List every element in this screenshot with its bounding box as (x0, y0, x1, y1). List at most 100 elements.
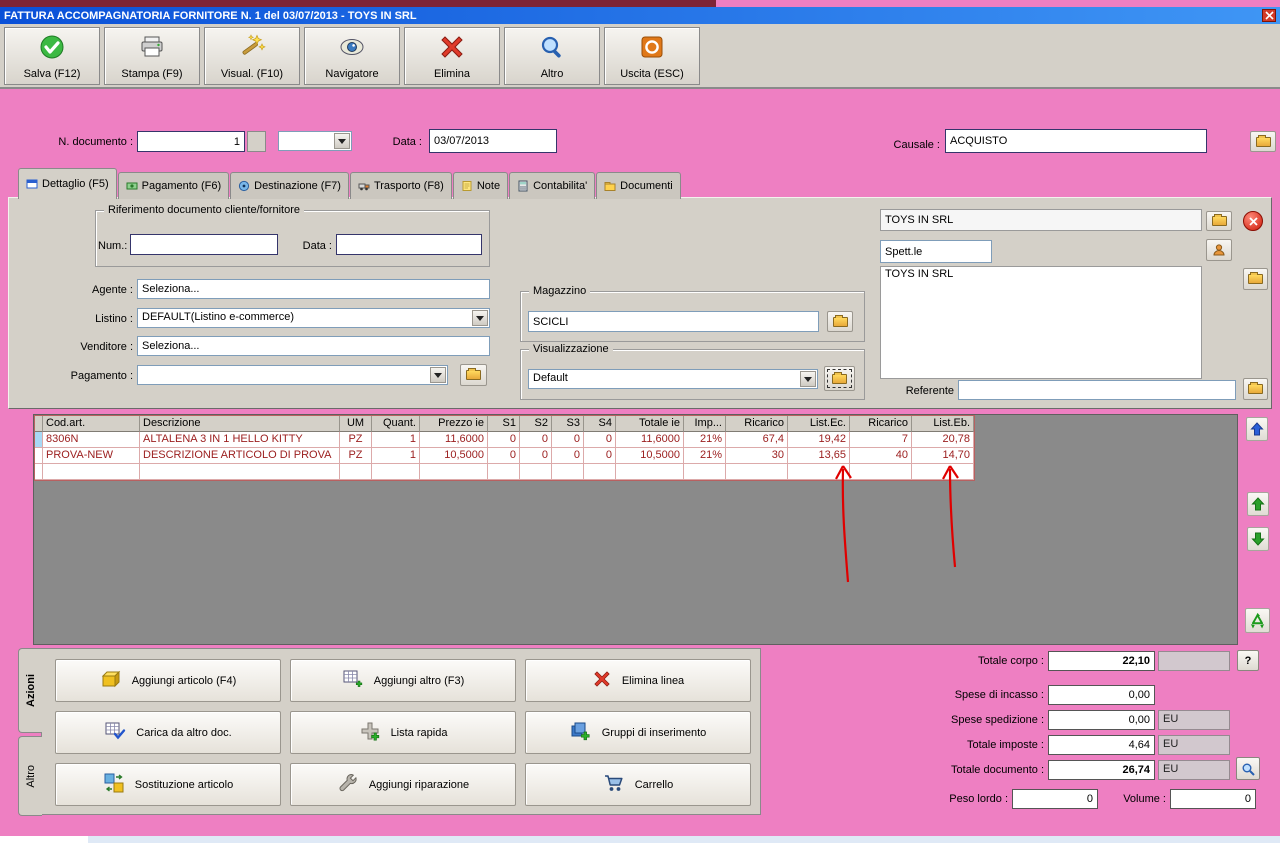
table-cell[interactable]: 67,4 (726, 432, 788, 448)
table-cell[interactable] (850, 464, 912, 480)
vertical-tab-altro[interactable]: Altro (18, 736, 42, 816)
table-cell[interactable]: 21% (684, 432, 726, 448)
table-cell[interactable] (372, 464, 420, 480)
help-button[interactable]: ? (1237, 650, 1259, 671)
column-header-prezzo-ie[interactable]: Prezzo ie (420, 416, 488, 432)
visualizzazione-lookup-button[interactable] (824, 366, 855, 391)
elimina-linea-button[interactable]: Elimina linea (525, 659, 751, 702)
table-cell[interactable]: 10,5000 (420, 448, 488, 464)
column-header-descrizione[interactable]: Descrizione (140, 416, 340, 432)
row-selector[interactable] (35, 432, 43, 448)
table-cell[interactable] (912, 464, 974, 480)
table-cell[interactable]: 0 (520, 448, 552, 464)
elimina-button[interactable]: Elimina (404, 27, 500, 85)
sostituzione-articolo-button[interactable]: Sostituzione articolo (55, 763, 281, 806)
rif-data-input[interactable] (336, 234, 482, 255)
column-header-s4[interactable]: S4 (584, 416, 616, 432)
column-header-list-ec-[interactable]: List.Ec. (788, 416, 850, 432)
table-cell[interactable]: ALTALENA 3 IN 1 HELLO KITTY (140, 432, 340, 448)
salva-button[interactable]: Salva (F12) (4, 27, 100, 85)
visualizzazione-select[interactable]: Default (528, 369, 818, 389)
contact-person-button[interactable] (1206, 239, 1232, 261)
table-cell[interactable]: 1 (372, 448, 420, 464)
table-cell[interactable]: 40 (850, 448, 912, 464)
dropdown-arrow-icon[interactable] (334, 133, 350, 149)
stampa-button[interactable]: Stampa (F9) (104, 27, 200, 85)
table-cell[interactable] (420, 464, 488, 480)
referente-input[interactable] (958, 380, 1236, 400)
table-cell[interactable]: 1 (372, 432, 420, 448)
row-selector[interactable] (35, 464, 43, 480)
table-cell[interactable] (488, 464, 520, 480)
row-selector[interactable] (35, 448, 43, 464)
totale-imposte-input[interactable]: 4,64 (1048, 735, 1155, 755)
window-close-button[interactable] (1262, 9, 1276, 22)
volume-input[interactable]: 0 (1170, 789, 1256, 809)
move-row-down-button[interactable] (1247, 527, 1269, 551)
column-header-ricarico[interactable]: Ricarico (850, 416, 912, 432)
table-cell[interactable]: PZ (340, 432, 372, 448)
table-cell[interactable]: 10,5000 (616, 448, 684, 464)
table-cell[interactable] (140, 464, 340, 480)
customer-address-textarea[interactable]: TOYS IN SRL (880, 266, 1202, 379)
column-header-s2[interactable]: S2 (520, 416, 552, 432)
table-cell[interactable]: 11,6000 (420, 432, 488, 448)
customer-lookup-button[interactable] (1206, 211, 1232, 231)
table-cell[interactable]: 0 (488, 432, 520, 448)
move-row-up-button[interactable] (1247, 492, 1269, 516)
referente-lookup-button[interactable] (1243, 378, 1268, 400)
table-row[interactable]: 8306N ALTALENA 3 IN 1 HELLO KITTY PZ 1 11,60… (35, 432, 974, 448)
table-cell[interactable]: 0 (584, 432, 616, 448)
table-cell[interactable]: 0 (552, 432, 584, 448)
refresh-rows-button[interactable] (1245, 608, 1270, 633)
tab-dettaglio[interactable]: Dettaglio (F5) (18, 168, 117, 199)
column-header-cod-art-[interactable]: Cod.art. (43, 416, 140, 432)
causale-input[interactable]: ACQUISTO (945, 129, 1207, 153)
table-cell[interactable]: 0 (488, 448, 520, 464)
table-cell[interactable] (520, 464, 552, 480)
spettle-input[interactable]: Spett.le (880, 240, 992, 263)
table-cell[interactable]: 13,65 (788, 448, 850, 464)
tab-contabilita[interactable]: Contabilita' (509, 172, 596, 199)
column-header-ricarico[interactable]: Ricarico (726, 416, 788, 432)
dropdown-arrow-icon[interactable] (800, 371, 816, 387)
table-cell[interactable] (340, 464, 372, 480)
agente-input[interactable]: Seleziona... (137, 279, 490, 299)
lista-rapida-button[interactable]: Lista rapida (290, 711, 516, 754)
customer-name-field[interactable]: TOYS IN SRL (880, 209, 1202, 231)
dropdown-arrow-icon[interactable] (472, 310, 488, 326)
totals-detail-button[interactable] (1236, 757, 1260, 780)
n-documento-input[interactable]: 1 (137, 131, 245, 152)
column-header-s3[interactable]: S3 (552, 416, 584, 432)
table-cell[interactable]: 0 (584, 448, 616, 464)
document-type-select[interactable] (278, 131, 352, 151)
totale-documento-input[interactable]: 26,74 (1048, 760, 1155, 780)
navigatore-button[interactable]: Navigatore (304, 27, 400, 85)
dropdown-arrow-icon[interactable] (430, 367, 446, 383)
table-cell[interactable] (43, 464, 140, 480)
pagamento-select[interactable] (137, 365, 448, 385)
magazzino-input[interactable]: SCICLI (528, 311, 819, 332)
tab-documenti[interactable]: Documenti (596, 172, 681, 199)
column-header-quant-[interactable]: Quant. (372, 416, 420, 432)
carica-da-altro-doc-button[interactable]: Carica da altro doc. (55, 711, 281, 754)
table-cell[interactable]: 21% (684, 448, 726, 464)
uscita-button[interactable]: Uscita (ESC) (604, 27, 700, 85)
table-cell[interactable]: 11,6000 (616, 432, 684, 448)
table-cell[interactable]: PZ (340, 448, 372, 464)
table-cell[interactable]: 0 (520, 432, 552, 448)
totale-corpo-input[interactable]: 22,10 (1048, 651, 1155, 671)
address-lookup-button[interactable] (1243, 268, 1268, 290)
column-header-um[interactable]: UM (340, 416, 372, 432)
table-cell[interactable]: DESCRIZIONE ARTICOLO DI PROVA (140, 448, 340, 464)
customer-clear-button[interactable] (1243, 211, 1263, 231)
spese-incasso-input[interactable]: 0,00 (1048, 685, 1155, 705)
altro-button[interactable]: Altro (504, 27, 600, 85)
venditore-input[interactable]: Seleziona... (137, 336, 490, 356)
table-cell[interactable] (552, 464, 584, 480)
scroll-top-button[interactable] (1246, 417, 1268, 441)
table-cell[interactable]: PROVA-NEW (43, 448, 140, 464)
carrello-button[interactable]: Carrello (525, 763, 751, 806)
table-cell[interactable] (584, 464, 616, 480)
table-cell[interactable] (726, 464, 788, 480)
